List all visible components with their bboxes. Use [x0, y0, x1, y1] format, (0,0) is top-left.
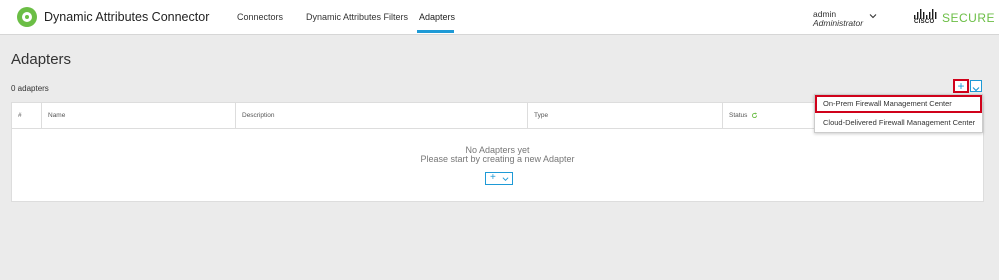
- chevron-down-icon: [972, 87, 980, 92]
- user-role: Administrator: [813, 18, 864, 28]
- add-adapter-menu: On-Prem Firewall Management Center Cloud…: [814, 94, 983, 133]
- refresh-icon[interactable]: [751, 112, 758, 119]
- nav-adapters[interactable]: Adapters: [419, 12, 455, 22]
- column-header-name[interactable]: Name: [42, 103, 236, 129]
- add-adapter-button[interactable]: +: [953, 79, 969, 93]
- nav-dynamic-attributes-filters[interactable]: Dynamic Attributes Filters: [306, 12, 408, 22]
- chevron-down-icon: [502, 177, 509, 181]
- column-header-status-label: Status: [729, 112, 748, 119]
- top-navigation-bar: Dynamic Attributes Connector Connectors …: [0, 0, 999, 35]
- app-logo-icon: [17, 7, 37, 27]
- plus-icon: +: [490, 172, 496, 183]
- empty-state-subtitle: Please start by creating a new Adapter: [420, 154, 575, 164]
- add-adapter-button-group: +: [953, 79, 988, 95]
- add-adapter-dropdown-toggle[interactable]: [970, 80, 982, 92]
- nav-connectors[interactable]: Connectors: [237, 12, 283, 22]
- adapter-count: 0 adapters: [11, 84, 49, 93]
- plus-icon: +: [957, 79, 965, 93]
- menu-item-cloud-delivered-fmc[interactable]: Cloud-Delivered Firewall Management Cent…: [815, 114, 982, 132]
- column-header-number[interactable]: #: [12, 103, 42, 129]
- cisco-logo-icon: [914, 9, 937, 19]
- page-title: Adapters: [11, 51, 72, 68]
- menu-item-on-prem-fmc[interactable]: On-Prem Firewall Management Center: [815, 95, 982, 113]
- app-title: Dynamic Attributes Connector: [44, 10, 210, 24]
- active-nav-indicator: [417, 30, 454, 33]
- column-header-description[interactable]: Description: [236, 103, 528, 129]
- secure-wordmark: SECURE: [942, 11, 996, 25]
- cisco-wordmark: CISCO: [914, 19, 935, 25]
- empty-state-add-button[interactable]: +: [485, 172, 513, 185]
- chevron-down-icon[interactable]: [869, 12, 877, 20]
- column-header-type[interactable]: Type: [528, 103, 723, 129]
